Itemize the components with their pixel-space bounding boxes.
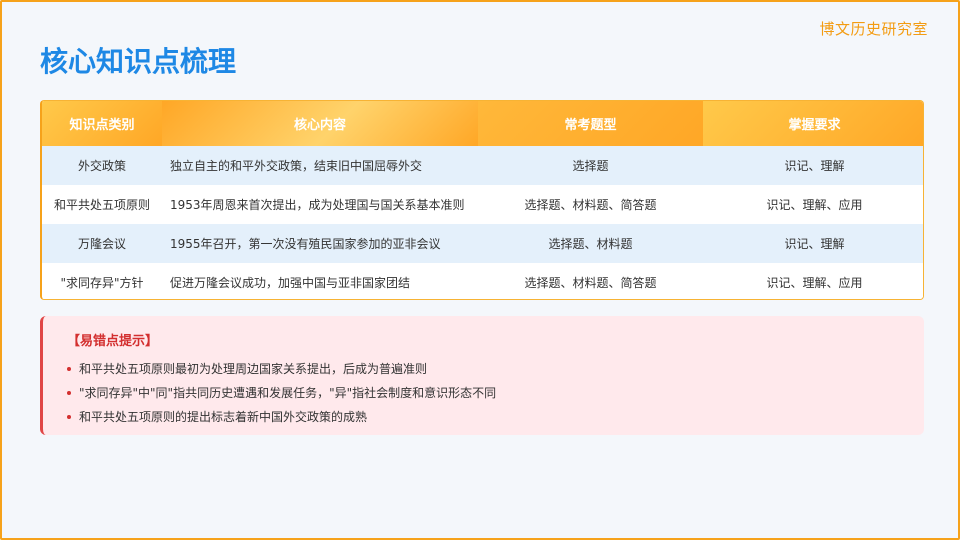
bullet-icon [67, 367, 71, 371]
common-mistakes-box: 【易错点提示】 和平共处五项原则最初为处理周边国家关系提出，后成为普遍准则 "求… [40, 316, 924, 435]
header-question-type: 常考题型 [478, 101, 703, 146]
brand-label: 博文历史研究室 [819, 20, 928, 38]
cell-question-type: 选择题、材料题、简答题 [478, 263, 703, 299]
cell-category: 外交政策 [42, 146, 162, 185]
note-text: 和平共处五项原则最初为处理周边国家关系提出，后成为普遍准则 [79, 362, 428, 376]
cell-requirement: 识记、理解 [703, 146, 923, 185]
table-row: 和平共处五项原则 1953年周恩来首次提出，成为处理国与国关系基本准则 选择题、… [42, 185, 923, 224]
note-title: 【易错点提示】 [67, 334, 159, 349]
cell-requirement: 识记、理解 [703, 224, 923, 263]
header-category: 知识点类别 [42, 101, 162, 146]
cell-question-type: 选择题、材料题 [478, 224, 703, 263]
page-title: 核心知识点梳理 [40, 45, 237, 78]
bullet-icon [67, 391, 71, 395]
cell-category: 万隆会议 [42, 224, 162, 263]
table-row: 万隆会议 1955年召开，第一次没有殖民国家参加的亚非会议 选择题、材料题 识记… [42, 224, 923, 263]
note-list: 和平共处五项原则最初为处理周边国家关系提出，后成为普遍准则 "求同存异"中"同"… [67, 357, 900, 429]
cell-content: 1953年周恩来首次提出，成为处理国与国关系基本准则 [162, 185, 478, 224]
list-item: 和平共处五项原则的提出标志着新中国外交政策的成熟 [67, 405, 900, 429]
cell-question-type: 选择题、材料题、简答题 [478, 185, 703, 224]
cell-content: 独立自主的和平外交政策，结束旧中国屈辱外交 [162, 146, 478, 185]
cell-category: "求同存异"方针 [42, 263, 162, 299]
bullet-icon [67, 415, 71, 419]
note-text: 和平共处五项原则的提出标志着新中国外交政策的成熟 [79, 410, 368, 424]
note-text: "求同存异"中"同"指共同历史遭遇和发展任务，"异"指社会制度和意识形态不同 [79, 386, 497, 400]
cell-category: 和平共处五项原则 [42, 185, 162, 224]
cell-content: 1955年召开，第一次没有殖民国家参加的亚非会议 [162, 224, 478, 263]
header-content: 核心内容 [162, 101, 478, 146]
cell-question-type: 选择题 [478, 146, 703, 185]
list-item: 和平共处五项原则最初为处理周边国家关系提出，后成为普遍准则 [67, 357, 900, 381]
table-row: "求同存异"方针 促进万隆会议成功，加强中国与亚非国家团结 选择题、材料题、简答… [42, 263, 923, 299]
header-requirement: 掌握要求 [703, 101, 923, 146]
list-item: "求同存异"中"同"指共同历史遭遇和发展任务，"异"指社会制度和意识形态不同 [67, 381, 900, 405]
table-header-row: 知识点类别 核心内容 常考题型 掌握要求 [42, 101, 923, 146]
cell-requirement: 识记、理解、应用 [703, 185, 923, 224]
cell-requirement: 识记、理解、应用 [703, 263, 923, 299]
table-row: 外交政策 独立自主的和平外交政策，结束旧中国屈辱外交 选择题 识记、理解 [42, 146, 923, 185]
knowledge-table: 知识点类别 核心内容 常考题型 掌握要求 外交政策 独立自主的和平外交政策，结束… [40, 100, 924, 300]
cell-content: 促进万隆会议成功，加强中国与亚非国家团结 [162, 263, 478, 299]
